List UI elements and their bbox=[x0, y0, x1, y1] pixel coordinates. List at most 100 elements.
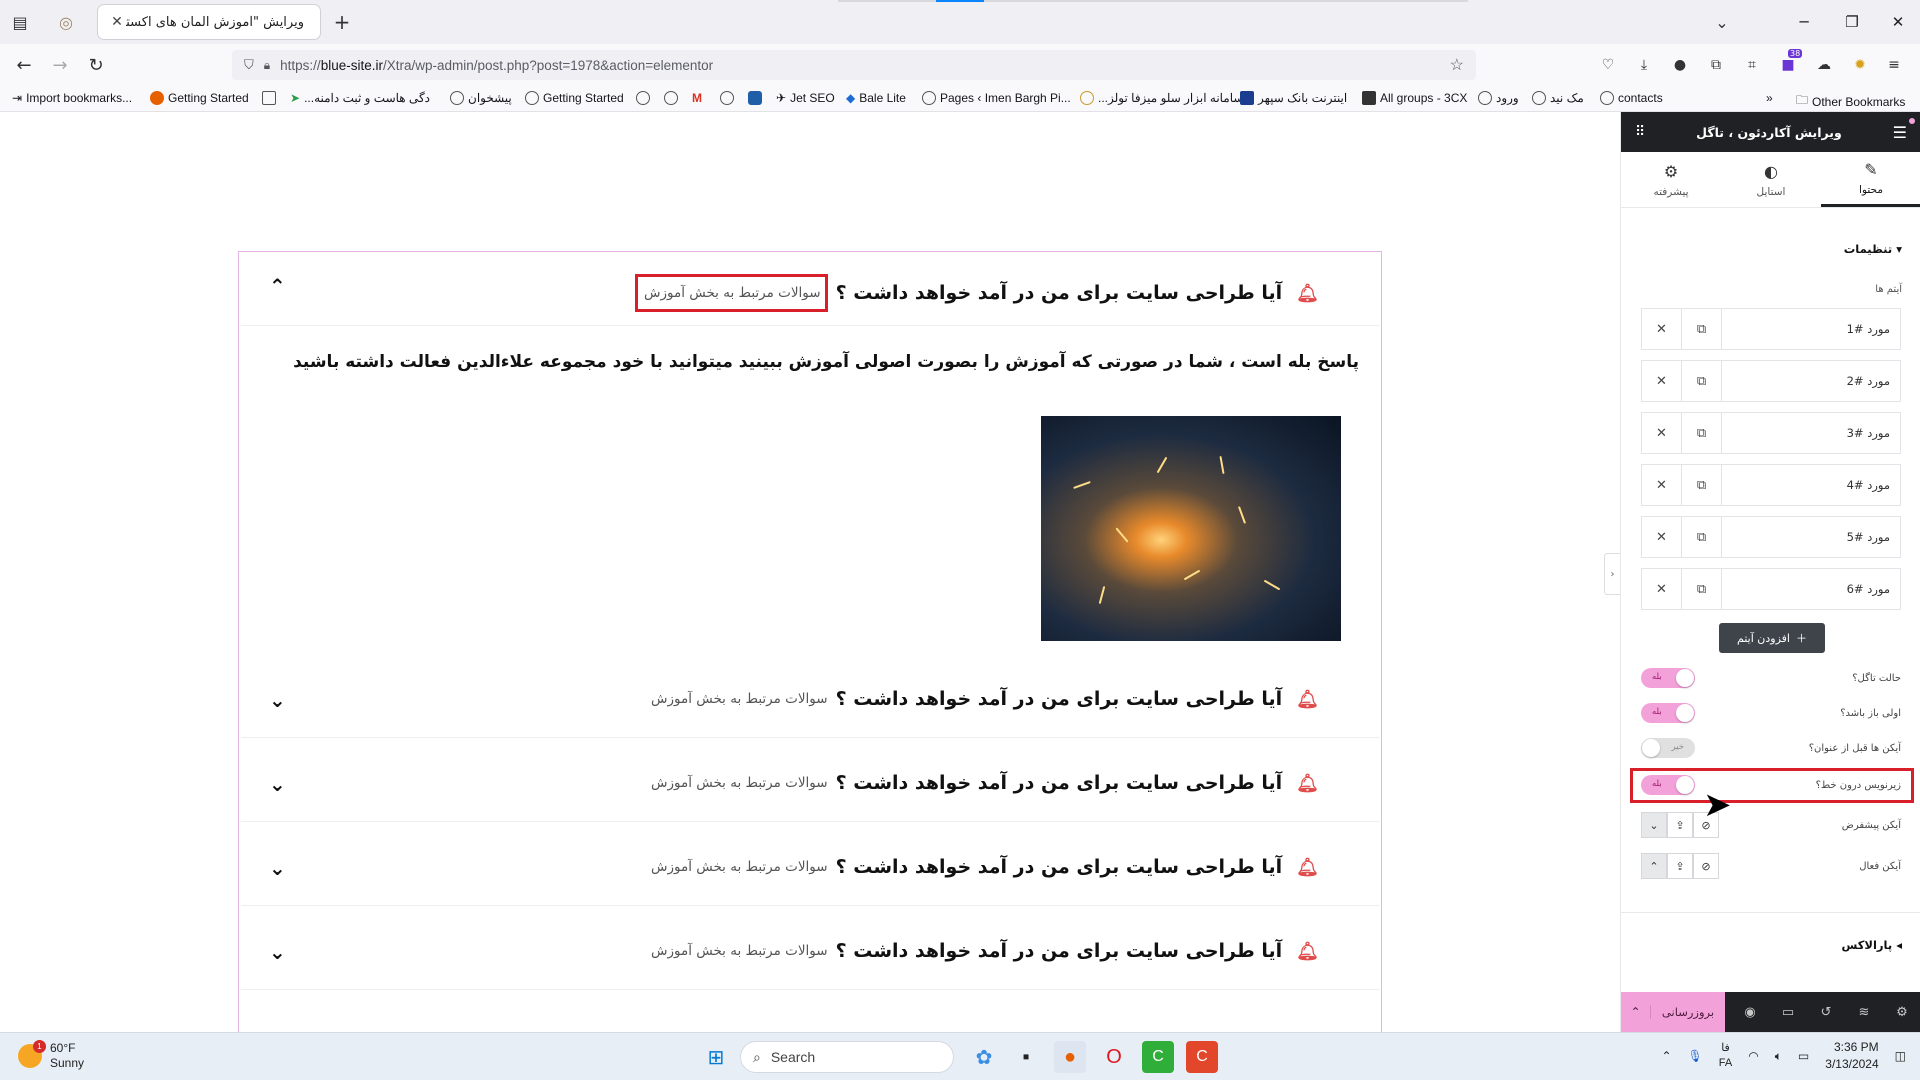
forward-icon[interactable]: → bbox=[46, 51, 74, 79]
battery-icon[interactable]: ▭ bbox=[1798, 1049, 1809, 1063]
history-icon[interactable]: ↺ bbox=[1807, 992, 1845, 1032]
widgets-grid-icon[interactable]: ⠿ bbox=[1635, 124, 1645, 140]
camtasia-green-icon[interactable]: C bbox=[1142, 1041, 1174, 1073]
lock-icon[interactable]: 🔒︎ bbox=[264, 58, 270, 73]
start-windows-icon[interactable]: ⊞ bbox=[700, 1041, 732, 1073]
chevron-up-icon[interactable]: ⌃ bbox=[269, 274, 286, 298]
duplicate-icon[interactable]: ⧉ bbox=[1682, 413, 1722, 453]
volume-icon[interactable]: 🔈︎ bbox=[1775, 1049, 1782, 1064]
repeater-item[interactable]: ✕ ⧉ مورد #2 bbox=[1641, 360, 1901, 402]
bookmark-item[interactable]: اینترنت بانک سپهر bbox=[1240, 91, 1347, 105]
accordion-item[interactable]: 🔔︎ آیا طراحی سایت برای من در آمد خواهد دا… bbox=[241, 918, 1379, 990]
none-icon[interactable]: ⊘ bbox=[1693, 853, 1719, 879]
chevron-up-icon[interactable]: ⌃ bbox=[1641, 853, 1667, 879]
url-bar[interactable]: ⛉ 🔒︎ https://blue-site.ir/Xtra/wp-admin/… bbox=[232, 50, 1476, 80]
tab-overview-icon[interactable]: ▤ bbox=[6, 8, 34, 36]
accordion-title[interactable]: 🔔︎ آیا طراحی سایت برای من در آمد خواهد د… bbox=[635, 274, 1319, 312]
section-parallax[interactable]: ◂ پارالاکس bbox=[1841, 938, 1902, 952]
microphone-icon[interactable]: 🎙︎ bbox=[1688, 1049, 1703, 1063]
navigator-icon[interactable]: ≋ bbox=[1845, 992, 1883, 1032]
chevron-down-icon[interactable]: ⌄ bbox=[269, 856, 286, 880]
chevron-down-icon[interactable]: ⌄ bbox=[1641, 812, 1667, 838]
bookmark-globe-icon[interactable] bbox=[636, 91, 654, 105]
bookmark-star-icon[interactable]: ☆ bbox=[1450, 55, 1464, 75]
repeater-item[interactable]: ✕ ⧉ مورد #6 bbox=[1641, 568, 1901, 610]
bookmark-item[interactable]: ➤ ...دگی هاست و ثبت دامنه bbox=[290, 91, 430, 105]
toggle-switch[interactable]: خیر bbox=[1641, 738, 1695, 758]
responsive-icon[interactable]: ▭ bbox=[1769, 992, 1807, 1032]
duplicate-icon[interactable]: ⧉ bbox=[1682, 309, 1722, 349]
firefox-icon[interactable]: ● bbox=[1054, 1041, 1086, 1073]
add-item-button[interactable]: ＋ افزودن آیتم bbox=[1719, 623, 1825, 653]
section-settings[interactable]: ▾ تنظیمات bbox=[1844, 242, 1902, 256]
opera-icon[interactable]: O bbox=[1098, 1041, 1130, 1073]
copilot-icon[interactable]: ✿ bbox=[968, 1041, 1000, 1073]
clock[interactable]: 3:36 PM 3/13/2024 bbox=[1825, 1039, 1878, 1073]
task-view-icon[interactable]: ▪ bbox=[1010, 1041, 1042, 1073]
extensions-icon[interactable]: ⧉ bbox=[1706, 55, 1726, 75]
upload-icon[interactable]: ⇪ bbox=[1667, 853, 1693, 879]
other-bookmarks[interactable]: 🗀︎ Other Bookmarks bbox=[1796, 91, 1905, 112]
repeater-item[interactable]: ✕ ⧉ مورد #1 bbox=[1641, 308, 1901, 350]
bookmark-item[interactable]: ✈ Jet SEO bbox=[776, 91, 835, 105]
close-window-icon[interactable]: ✕ bbox=[1878, 8, 1918, 36]
bookmark-item[interactable]: ⇥ Import bookmarks... bbox=[12, 91, 132, 105]
notification-icon[interactable]: ◫ bbox=[1895, 1049, 1906, 1063]
tray-chevron-icon[interactable]: ⌃ bbox=[1661, 1049, 1671, 1063]
accordion-item[interactable]: 🔔︎ آیا طراحی سایت برای من در آمد خواهد دا… bbox=[241, 750, 1379, 822]
account-icon[interactable]: ● bbox=[1670, 55, 1690, 75]
remove-icon[interactable]: ✕ bbox=[1642, 517, 1682, 557]
bookmark-globe-icon[interactable] bbox=[720, 91, 738, 105]
tab-advanced[interactable]: ⚙ پیشرفته bbox=[1621, 152, 1721, 207]
accordion-item[interactable]: 🔔︎ آیا طراحی سایت برای من در آمد خواهد دا… bbox=[241, 834, 1379, 906]
language-indicator[interactable]: فا FA bbox=[1719, 1041, 1732, 1071]
tab-list-chevron-icon[interactable]: ⌄ bbox=[1708, 8, 1736, 36]
pinned-tab-icon[interactable]: ◎ bbox=[52, 8, 80, 36]
extension-badge-icon[interactable]: ■ 38 bbox=[1778, 49, 1803, 75]
bookmark-item[interactable]: مک نید bbox=[1532, 91, 1584, 105]
chevron-up-icon[interactable]: ⌃ bbox=[1621, 1005, 1651, 1019]
accordion-item[interactable]: 🔔︎ آیا طراحی سایت برای من در آمد خواهد دا… bbox=[241, 666, 1379, 738]
bookmark-app-icon[interactable] bbox=[748, 91, 766, 105]
gear-extension-icon[interactable]: ✹ bbox=[1850, 55, 1870, 75]
repeater-item[interactable]: ✕ ⧉ مورد #3 bbox=[1641, 412, 1901, 454]
repeater-item[interactable]: ✕ ⧉ مورد #5 bbox=[1641, 516, 1901, 558]
preview-eye-icon[interactable]: ◉ bbox=[1731, 992, 1769, 1032]
duplicate-icon[interactable]: ⧉ bbox=[1682, 361, 1722, 401]
pocket-icon[interactable]: ♡ bbox=[1598, 55, 1618, 75]
tab-close-icon[interactable]: ✕ bbox=[108, 14, 126, 30]
upload-icon[interactable]: ⇪ bbox=[1667, 812, 1693, 838]
hamburger-icon[interactable]: ☰ bbox=[1893, 123, 1907, 142]
icon-chooser[interactable]: ⌃ ⇪ ⊘ bbox=[1641, 853, 1719, 879]
bookmark-item[interactable]: ◆ Bale Lite bbox=[846, 91, 906, 105]
bookmark-item[interactable] bbox=[262, 91, 280, 105]
cloud-icon[interactable]: ☁ bbox=[1814, 55, 1834, 75]
bookmark-globe-icon[interactable] bbox=[664, 91, 682, 105]
panel-collapse-toggle[interactable]: › bbox=[1604, 553, 1620, 595]
new-tab-icon[interactable]: + bbox=[328, 8, 356, 36]
tab-content[interactable]: ✎ محتوا bbox=[1821, 152, 1920, 207]
repeater-item[interactable]: ✕ ⧉ مورد #4 bbox=[1641, 464, 1901, 506]
minimize-icon[interactable]: ─ bbox=[1784, 8, 1824, 36]
back-icon[interactable]: ← bbox=[10, 51, 38, 79]
menu-icon[interactable]: ≡ bbox=[1884, 55, 1904, 75]
settings-icon[interactable]: ⚙ bbox=[1883, 992, 1920, 1032]
bookmark-item[interactable]: ...سامانه ابزار سلو میزفا تولز bbox=[1080, 91, 1243, 105]
taskbar-search[interactable]: ⌕ Search bbox=[740, 1041, 954, 1073]
wifi-icon[interactable]: ◠ bbox=[1748, 1049, 1758, 1063]
shield-icon[interactable]: ⛉ bbox=[244, 57, 254, 73]
accordion-item-open[interactable]: 🔔︎ آیا طراحی سایت برای من در آمد خواهد د… bbox=[241, 252, 1379, 326]
weather-widget[interactable]: 1 60°F Sunny bbox=[18, 1040, 84, 1071]
toggle-switch[interactable]: بله bbox=[1641, 668, 1695, 688]
duplicate-icon[interactable]: ⧉ bbox=[1682, 569, 1722, 609]
camtasia-red-icon[interactable]: C bbox=[1186, 1041, 1218, 1073]
reload-icon[interactable]: ↻ bbox=[82, 51, 110, 79]
bookmark-item[interactable]: Getting Started bbox=[150, 91, 249, 105]
remove-icon[interactable]: ✕ bbox=[1642, 465, 1682, 505]
crop-icon[interactable]: ⌗ bbox=[1742, 55, 1762, 75]
bookmark-gmail-icon[interactable]: M bbox=[692, 91, 702, 105]
duplicate-icon[interactable]: ⧉ bbox=[1682, 465, 1722, 505]
tab-style[interactable]: ◐ استایل bbox=[1721, 152, 1821, 207]
toggle-switch[interactable]: بله bbox=[1641, 703, 1695, 723]
chevron-down-icon[interactable]: ⌄ bbox=[269, 772, 286, 796]
